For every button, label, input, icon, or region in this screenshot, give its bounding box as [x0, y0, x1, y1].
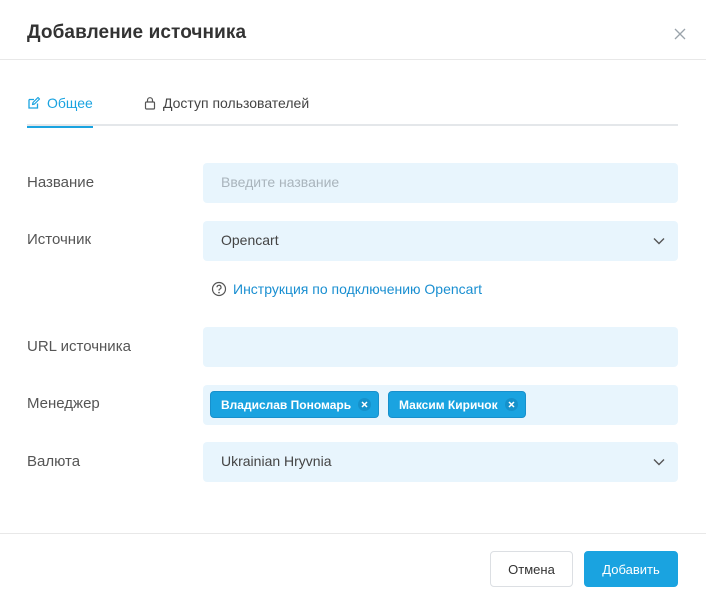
tab-user-access[interactable]: Доступ пользователей — [143, 95, 309, 126]
dialog-footer: Отмена Добавить — [0, 533, 706, 593]
currency-select[interactable]: Ukrainian Hryvnia — [203, 442, 678, 482]
add-button[interactable]: Добавить — [584, 551, 678, 587]
chevron-down-icon — [653, 238, 665, 245]
currency-value: Ukrainian Hryvnia — [221, 453, 332, 469]
name-label: Название — [27, 174, 95, 191]
add-source-dialog: Добавление источника Общее Доступ пользо… — [0, 0, 706, 593]
dialog-header: Добавление источника — [0, 0, 706, 60]
connection-guide-text: Инструкция по подключению Opencart — [233, 281, 483, 297]
cancel-button[interactable]: Отмена — [490, 551, 573, 587]
currency-label: Валюта — [27, 453, 81, 470]
source-label: Источник — [27, 231, 92, 248]
manager-tag-label: Владислав Пономарь — [221, 397, 352, 412]
name-input[interactable]: Введите название — [203, 163, 678, 203]
edit-icon — [28, 96, 41, 109]
tab-general[interactable]: Общее — [27, 95, 93, 128]
remove-tag-icon[interactable] — [358, 398, 372, 411]
manager-tag: Максим Киричок — [388, 391, 526, 418]
manager-tag: Владислав Пономарь — [210, 391, 380, 418]
url-input[interactable] — [203, 327, 678, 367]
manager-tag-label: Максим Киричок — [399, 397, 498, 412]
url-label: URL источника — [27, 338, 131, 355]
lock-icon — [144, 97, 156, 110]
connection-guide-link[interactable]: Инструкция по подключению Opencart — [211, 281, 482, 297]
dialog-title: Добавление источника — [27, 22, 247, 43]
question-circle-icon — [211, 281, 227, 297]
manager-label: Менеджер — [27, 395, 100, 412]
tab-bar: Общее Доступ пользователей — [27, 88, 678, 128]
name-placeholder: Введите название — [221, 174, 340, 190]
source-select[interactable]: Opencart — [203, 221, 678, 261]
chevron-down-icon — [653, 459, 665, 466]
manager-multiselect[interactable]: Владислав Пономарь Максим Киричок — [203, 385, 678, 425]
tab-user-access-label: Доступ пользователей — [163, 95, 310, 111]
remove-tag-icon[interactable] — [504, 398, 518, 411]
tab-general-label: Общее — [47, 95, 93, 111]
close-icon[interactable] — [672, 26, 688, 42]
source-value: Opencart — [221, 232, 279, 248]
